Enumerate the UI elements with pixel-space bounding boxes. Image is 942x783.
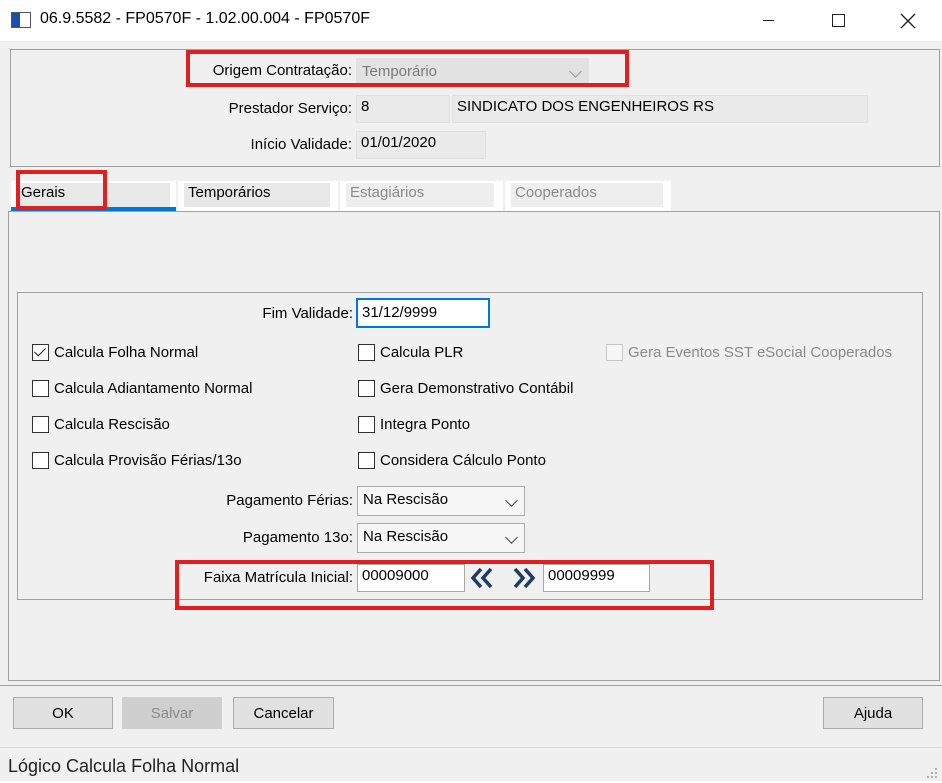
- ok-button[interactable]: OK: [13, 697, 113, 729]
- prestador-code-field: 8: [356, 95, 450, 123]
- ajuda-button[interactable]: Ajuda: [823, 697, 923, 729]
- pagamento-13-select[interactable]: Na Rescisão: [357, 523, 525, 553]
- pagamento-13-value: Na Rescisão: [363, 528, 449, 545]
- checkbox-label: Calcula Provisão Férias/13o: [54, 452, 242, 469]
- checkbox-gera-eventos-sst: Gera Eventos SST eSocial Cooperados: [606, 344, 892, 361]
- cancelar-button[interactable]: Cancelar: [233, 697, 334, 729]
- chevron-down-icon: [505, 494, 518, 507]
- prestador-label: Prestador Serviço:: [228, 100, 352, 117]
- tab-temporarios[interactable]: Temporários: [178, 181, 338, 211]
- pagamento-ferias-select[interactable]: Na Rescisão: [357, 486, 525, 516]
- checkbox-box[interactable]: [358, 416, 375, 433]
- checkbox-label: Calcula Adiantamento Normal: [54, 380, 253, 397]
- checkbox-label: Considera Cálculo Ponto: [380, 452, 546, 469]
- checkbox-considera-calculo-ponto[interactable]: Considera Cálculo Ponto: [358, 452, 546, 469]
- tab-temporarios-label: Temporários: [184, 183, 330, 207]
- checkbox-calcula-rescisao[interactable]: Calcula Rescisão: [32, 416, 170, 433]
- checkbox-gera-demonstrativo[interactable]: Gera Demonstrativo Contábil: [358, 380, 573, 397]
- checkbox-box: [606, 344, 623, 361]
- tab-cooperados-label: Cooperados: [511, 183, 663, 207]
- checkbox-box[interactable]: [32, 344, 49, 361]
- checkbox-label: Calcula Folha Normal: [54, 344, 199, 361]
- checkbox-box[interactable]: [32, 416, 49, 433]
- prestador-name-field: SINDICATO DOS ENGENHEIROS RS: [452, 95, 868, 123]
- inicio-label: Início Validade:: [250, 136, 352, 153]
- pagamento-ferias-value: Na Rescisão: [363, 491, 449, 508]
- tab-estagiarios-label: Estagiários: [346, 183, 494, 207]
- chevron-down-icon: [505, 531, 518, 544]
- checkbox-calcula-folha-normal[interactable]: Calcula Folha Normal: [32, 344, 198, 361]
- close-button[interactable]: [885, 0, 931, 41]
- title-bar: 06.9.5582 - FP0570F - 1.02.00.004 - FP05…: [0, 0, 942, 41]
- pagamento-13-label: Pagamento 13o:: [242, 529, 353, 546]
- app-icon: [11, 12, 31, 28]
- highlight-faixa: [175, 560, 714, 610]
- checkbox-box[interactable]: [358, 452, 375, 469]
- checkbox-calcula-adiantamento[interactable]: Calcula Adiantamento Normal: [32, 380, 252, 397]
- checkbox-box[interactable]: [32, 452, 49, 469]
- highlight-origem: [186, 50, 629, 87]
- checkbox-box[interactable]: [358, 344, 375, 361]
- salvar-button: Salvar: [122, 697, 222, 729]
- checkbox-label: Gera Eventos SST eSocial Cooperados: [628, 344, 893, 361]
- gerais-group: [17, 292, 923, 600]
- close-icon: [900, 13, 916, 28]
- checkbox-label: Integra Ponto: [380, 416, 471, 433]
- tab-cooperados[interactable]: Cooperados: [505, 181, 671, 211]
- status-text: Lógico Calcula Folha Normal: [8, 756, 240, 776]
- checkbox-calcula-plr[interactable]: Calcula PLR: [358, 344, 463, 361]
- fim-validade-label: Fim Validade:: [262, 305, 353, 322]
- inicio-field: 01/01/2020: [356, 131, 486, 159]
- window-title: 06.9.5582 - FP0570F - 1.02.00.004 - FP05…: [40, 10, 370, 27]
- checkbox-label: Calcula Rescisão: [54, 416, 170, 433]
- maximize-button[interactable]: [815, 0, 861, 41]
- checkbox-calcula-provisao[interactable]: Calcula Provisão Férias/13o: [32, 452, 242, 469]
- resize-grip-icon[interactable]: [926, 766, 938, 778]
- checkbox-box[interactable]: [358, 380, 375, 397]
- highlight-tab-gerais: [16, 170, 107, 210]
- status-bar: Lógico Calcula Folha Normal: [0, 747, 942, 781]
- pagamento-ferias-label: Pagamento Férias:: [226, 492, 353, 509]
- checkbox-integra-ponto[interactable]: Integra Ponto: [358, 416, 470, 433]
- checkbox-box[interactable]: [32, 380, 49, 397]
- checkbox-label: Calcula PLR: [380, 344, 464, 361]
- minimize-button[interactable]: [745, 0, 791, 41]
- fim-validade-input[interactable]: 31/12/9999: [356, 298, 490, 328]
- tab-estagiarios[interactable]: Estagiários: [340, 181, 503, 211]
- checkbox-label: Gera Demonstrativo Contábil: [380, 380, 574, 397]
